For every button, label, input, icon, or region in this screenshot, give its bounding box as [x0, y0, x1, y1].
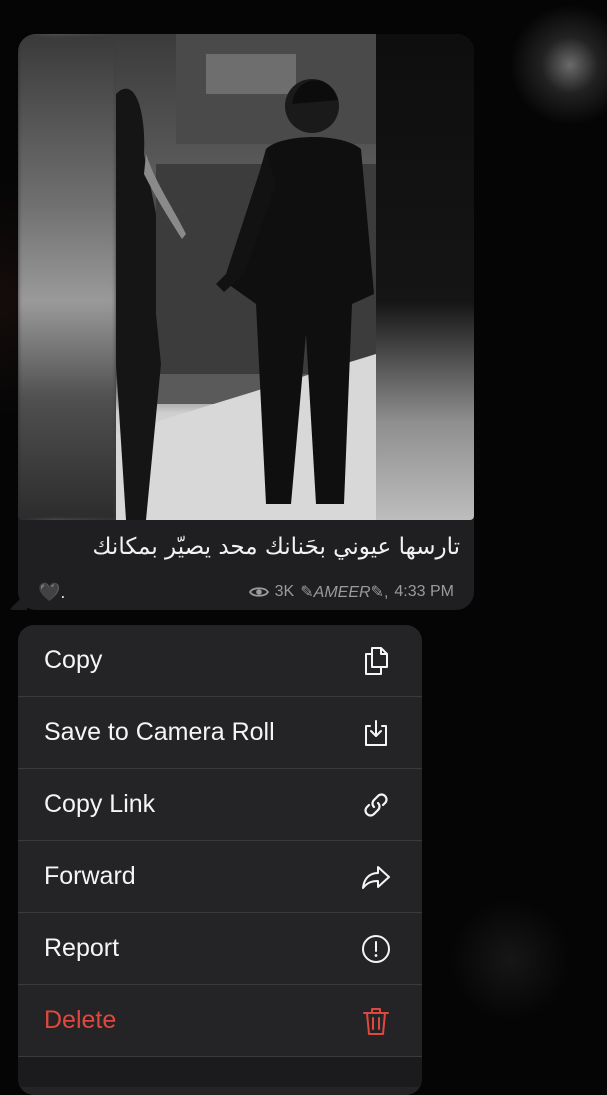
report-icon [360, 933, 392, 965]
view-count: 3K [274, 583, 295, 600]
caption-tail-text: 🖤. [38, 581, 66, 602]
message-bubble[interactable]: تارسها عيوني بحَنانك محد يصيّر بمكانك 🖤.… [9, 34, 474, 610]
menu-item-label: Copy Link [44, 790, 156, 818]
forward-icon [360, 861, 392, 893]
copy-icon [360, 645, 392, 677]
menu-item-label: Delete [44, 1006, 117, 1034]
menu-item-copy[interactable]: Copy [18, 625, 422, 697]
caption-tail: 🖤. [38, 582, 65, 603]
menu-item-forward[interactable]: Forward [18, 841, 422, 913]
message-time: 4:33 PM [394, 583, 454, 600]
message-caption: تارسها عيوني بحَنانك محد يصيّر بمكانك [92, 534, 460, 560]
author-signature: ✎AMEER✎, [300, 584, 389, 601]
message-meta-row: 🖤. 3K ✎AMEER✎, 4:33 PM [38, 580, 454, 604]
context-menu: Copy Save to Camera Roll Copy Link Forwa… [18, 625, 422, 1095]
eye-icon [248, 585, 269, 599]
menu-item-label: Report [44, 934, 120, 962]
menu-item-report[interactable]: Report [18, 913, 422, 985]
trash-icon [360, 1005, 392, 1037]
message-meta: 3K ✎AMEER✎, 4:33 PM [248, 582, 454, 602]
link-icon [360, 789, 392, 821]
photo-content [116, 34, 376, 520]
author-name: AMEER [313, 584, 371, 601]
menu-item-label: Save to Camera Roll [44, 718, 275, 746]
photo-blur-right [376, 34, 474, 520]
photo-blur-left [18, 34, 116, 520]
message-photo[interactable] [18, 34, 474, 520]
menu-item-delete[interactable]: Delete [18, 985, 422, 1057]
menu-item-copy-link[interactable]: Copy Link [18, 769, 422, 841]
menu-item-label: Copy [44, 646, 103, 674]
menu-section-gap [18, 1057, 422, 1087]
download-icon [360, 717, 392, 749]
menu-item-label: Forward [44, 862, 136, 890]
menu-item-save-to-camera-roll[interactable]: Save to Camera Roll [18, 697, 422, 769]
